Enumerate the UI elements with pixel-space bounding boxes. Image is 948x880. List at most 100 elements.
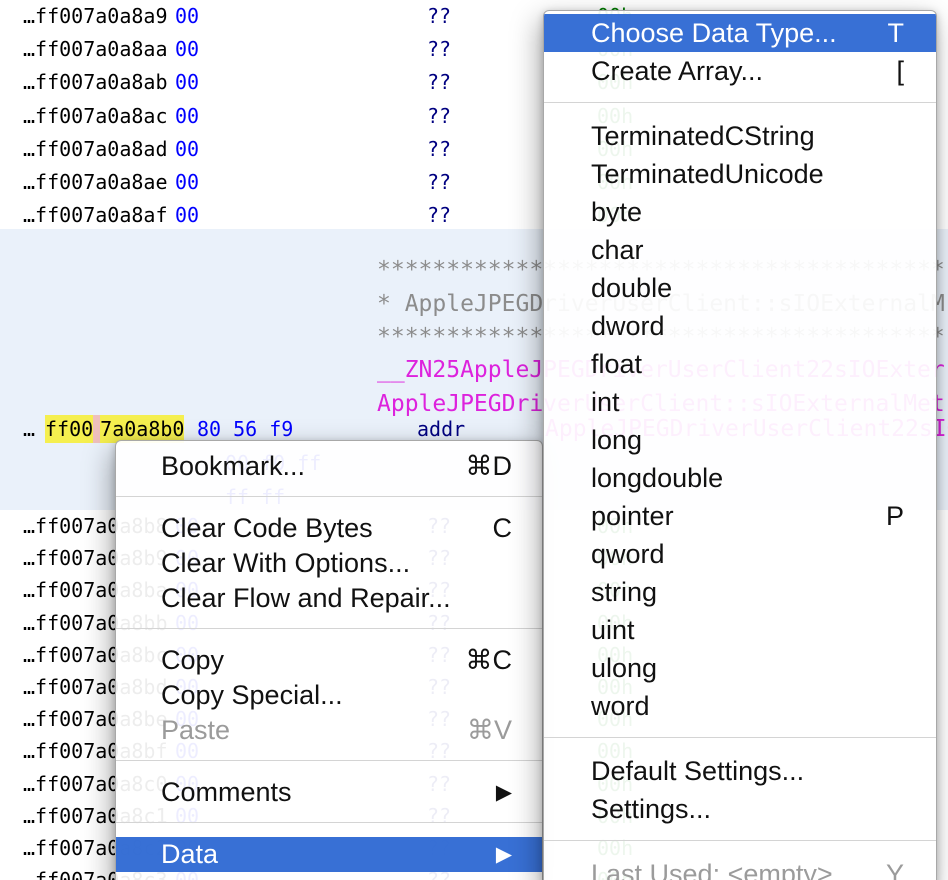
- menu-item-qword[interactable]: qword: [544, 535, 936, 573]
- listing-address: …ff007a0a8ab: [23, 69, 168, 96]
- listing-byte: 00: [175, 36, 199, 63]
- menu-separator: [544, 840, 936, 841]
- menu-item-label: Last Used: <empty>: [591, 859, 833, 880]
- menu-item-terminatedunicode[interactable]: TerminatedUnicode: [544, 155, 936, 193]
- menu-item-label: word: [591, 691, 650, 722]
- menu-item-label: Copy: [161, 645, 224, 676]
- listing-undef: ??: [427, 202, 451, 229]
- menu-item-string[interactable]: string: [544, 573, 936, 611]
- menu-shortcut: T: [888, 18, 905, 49]
- menu-item-label: Clear Code Bytes: [161, 513, 373, 544]
- menu-item-clear-flow-and-repair[interactable]: Clear Flow and Repair...: [116, 581, 542, 616]
- menu-item-label: dword: [591, 311, 665, 342]
- menu-item-float[interactable]: float: [544, 345, 936, 383]
- menu-item-label: TerminatedUnicode: [591, 159, 824, 190]
- listing-undef: ??: [427, 169, 451, 196]
- menu-shortcut: C: [493, 513, 513, 544]
- menu-item-data[interactable]: Data▶: [116, 837, 542, 872]
- menu-item-comments[interactable]: Comments ▶: [116, 775, 542, 810]
- menu-shortcut: [: [896, 56, 904, 87]
- menu-item-long[interactable]: long: [544, 421, 936, 459]
- menu-item-label: longdouble: [591, 463, 723, 494]
- listing-byte: 00: [175, 202, 199, 229]
- menu-item-copy-special[interactable]: Copy Special...: [116, 678, 542, 713]
- menu-shortcut: ⌘V: [467, 715, 512, 746]
- menu-item-double[interactable]: double: [544, 269, 936, 307]
- listing-byte: 00: [175, 69, 199, 96]
- instruction-mnemonic[interactable]: addr: [417, 415, 465, 443]
- menu-item-settings[interactable]: Settings...: [544, 790, 936, 828]
- text-cursor: [93, 415, 100, 443]
- listing-address: …ff007a0a8ac: [23, 103, 168, 130]
- address-ellipsis: …: [23, 415, 35, 443]
- menu-item-default-settings[interactable]: Default Settings...: [544, 752, 936, 790]
- menu-item-dword[interactable]: dword: [544, 307, 936, 345]
- listing-address: …ff007a0a8a9: [23, 3, 168, 30]
- menu-item-label: char: [591, 235, 644, 266]
- menu-item-uint[interactable]: uint: [544, 611, 936, 649]
- menu-item-word[interactable]: word: [544, 687, 936, 725]
- menu-item-paste[interactable]: Paste ⌘V: [116, 713, 542, 748]
- listing-undef: ??: [427, 136, 451, 163]
- menu-item-label: ulong: [591, 653, 657, 684]
- menu-item-label: Create Array...: [591, 56, 763, 87]
- menu-item-label: Default Settings...: [591, 756, 804, 787]
- listing-byte: 00: [175, 169, 199, 196]
- menu-item-label: Choose Data Type...: [591, 18, 837, 49]
- menu-item-bookmark[interactable]: Bookmark... ⌘D: [116, 449, 542, 484]
- menu-item-char[interactable]: char: [544, 231, 936, 269]
- menu-item-label: Paste: [161, 715, 230, 746]
- listing-undef: ??: [427, 69, 451, 96]
- listing-address: …ff007a0a8ae: [23, 169, 168, 196]
- menu-separator: [116, 496, 542, 497]
- instruction-bytes[interactable]: 80 56 f9: [197, 415, 293, 443]
- menu-item-clear-with-options[interactable]: Clear With Options...: [116, 546, 542, 581]
- menu-separator: [544, 102, 936, 103]
- menu-item-copy[interactable]: Copy⌘C: [116, 643, 542, 678]
- highlighted-address[interactable]: ff00 7a0a8b0: [45, 415, 184, 443]
- menu-item-label: uint: [591, 615, 635, 646]
- menu-item-label: long: [591, 425, 642, 456]
- menu-separator: [116, 628, 542, 629]
- menu-item-label: byte: [591, 197, 642, 228]
- menu-item-ulong[interactable]: ulong: [544, 649, 936, 687]
- listing-undef: ??: [427, 3, 451, 30]
- data-type-submenu: Choose Data Type... T Create Array... [ Term…: [543, 10, 937, 880]
- menu-item-label: pointer: [591, 501, 674, 532]
- menu-item-clear-code-bytes[interactable]: Clear Code Bytes C: [116, 511, 542, 546]
- menu-item-longdouble[interactable]: longdouble: [544, 459, 936, 497]
- context-menu: Bookmark... ⌘D Clear Code Bytes C Clear With…: [115, 440, 543, 880]
- menu-item-label: Copy Special...: [161, 680, 343, 711]
- menu-item-label: Comments: [161, 777, 292, 808]
- submenu-arrow-icon: ▶: [496, 780, 512, 805]
- menu-item-label: Clear Flow and Repair...: [161, 583, 451, 614]
- menu-shortcut: Y: [886, 859, 904, 880]
- menu-item-pointer[interactable]: pointer P: [544, 497, 936, 535]
- menu-item-label: TerminatedCString: [591, 121, 815, 152]
- menu-item-int[interactable]: int: [544, 383, 936, 421]
- listing-byte: 00: [175, 103, 199, 130]
- menu-item-terminatedcstring[interactable]: TerminatedCString: [544, 117, 936, 155]
- menu-item-label: Bookmark...: [161, 451, 305, 482]
- menu-item-choose-data-type[interactable]: Choose Data Type... T: [544, 14, 936, 52]
- menu-item-label: Settings...: [591, 794, 711, 825]
- address-part-left: ff00: [45, 415, 93, 443]
- menu-item-label: Data: [161, 839, 218, 870]
- address-part-right: 7a0a8b0: [100, 415, 184, 443]
- menu-item-label: qword: [591, 539, 665, 570]
- menu-item-last-used-empty[interactable]: Last Used: <empty> Y: [544, 855, 936, 880]
- menu-shortcut: P: [886, 501, 904, 532]
- menu-separator: [544, 737, 936, 738]
- menu-item-create-array[interactable]: Create Array... [: [544, 52, 936, 90]
- menu-item-label: int: [591, 387, 620, 418]
- menu-shortcut: ⌘D: [466, 451, 513, 482]
- listing-byte: 00: [175, 3, 199, 30]
- menu-separator: [116, 760, 542, 761]
- menu-item-label: Clear With Options...: [161, 548, 410, 579]
- menu-item-label: double: [591, 273, 672, 304]
- menu-item-byte[interactable]: byte: [544, 193, 936, 231]
- listing-address: …ff007a0a8af: [23, 202, 168, 229]
- menu-item-label: float: [591, 349, 642, 380]
- listing-address: …ff007a0a8ad: [23, 136, 168, 163]
- menu-item-label: string: [591, 577, 657, 608]
